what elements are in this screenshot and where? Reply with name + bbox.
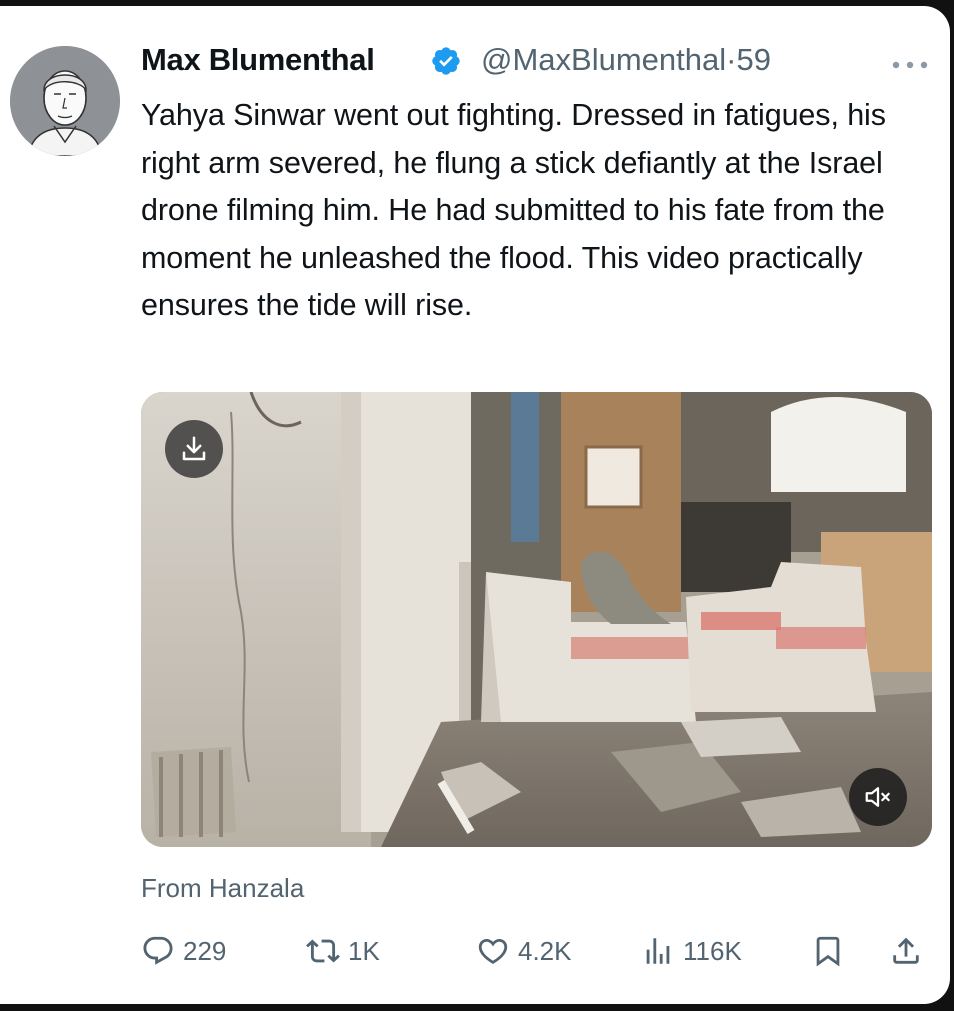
views-icon <box>646 938 670 964</box>
dot-separator: · <box>726 42 737 77</box>
video-player[interactable] <box>141 392 932 847</box>
download-button[interactable] <box>165 420 223 478</box>
like-count: 4.2K <box>518 935 572 966</box>
author-handle-and-time[interactable]: @MaxBlumenthal·59 <box>481 42 846 78</box>
tweet-card[interactable]: Max Blumenthal @MaxBlumenthal·59 Yahya S… <box>0 6 950 1004</box>
share-button[interactable] <box>889 928 923 974</box>
download-icon <box>182 436 206 461</box>
repost-button[interactable]: 1K <box>306 928 380 974</box>
bookmark-icon <box>816 936 840 967</box>
reply-icon <box>143 936 173 965</box>
reply-button[interactable]: 229 <box>141 928 226 974</box>
author-name[interactable]: Max Blumenthal <box>141 42 375 78</box>
author-handle[interactable]: @MaxBlumenthal <box>481 42 726 77</box>
mute-toggle-button[interactable] <box>849 768 907 826</box>
bookmark-button[interactable] <box>811 928 845 974</box>
like-button[interactable]: 4.2K <box>476 928 572 974</box>
media-source-label: From Hanzala <box>141 873 305 903</box>
speaker-muted-icon <box>865 787 890 807</box>
share-icon <box>893 937 919 964</box>
tweet-header: Max Blumenthal @MaxBlumenthal·59 <box>141 42 930 86</box>
repost-count: 1K <box>348 935 380 966</box>
like-icon <box>478 938 508 964</box>
author-avatar[interactable] <box>10 46 120 156</box>
tweet-text: Yahya Sinwar went out fighting. Dressed … <box>141 98 886 322</box>
tweet-actions-bar: 229 1K 4.2K 116K <box>141 928 931 974</box>
reply-count: 229 <box>183 935 227 966</box>
tweet-time[interactable]: 59 <box>736 42 770 77</box>
avatar-sketch-portrait-icon <box>10 46 120 156</box>
verified-badge-icon <box>432 47 460 75</box>
views-button[interactable]: 116K <box>641 928 742 974</box>
more-icon[interactable] <box>890 58 930 72</box>
repost-icon <box>306 939 340 963</box>
view-count: 116K <box>683 935 742 966</box>
video-frame-image <box>141 392 932 847</box>
